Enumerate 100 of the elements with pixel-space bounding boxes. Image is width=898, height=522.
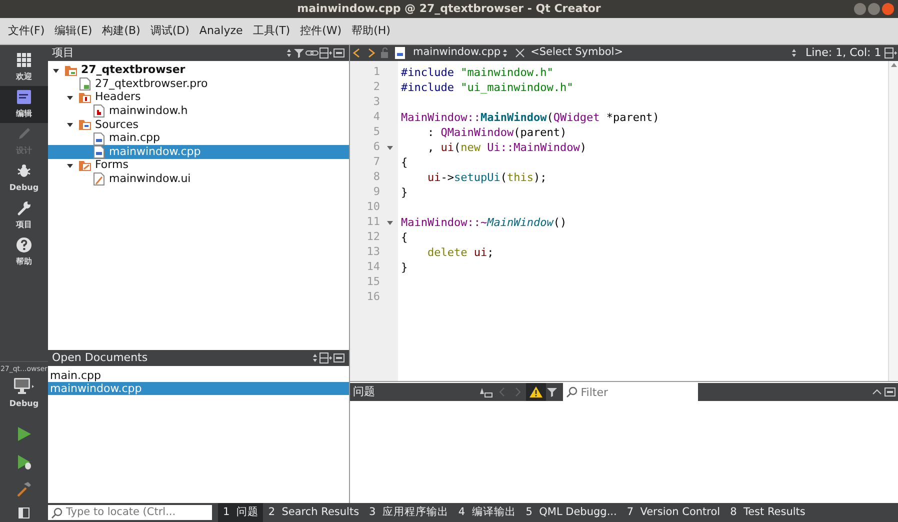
close-pane-icon[interactable]: [884, 386, 898, 398]
tree-item[interactable]: Headers: [48, 90, 349, 105]
filter-icon[interactable]: [293, 47, 305, 59]
mode-button[interactable]: 欢迎: [0, 49, 48, 86]
menu-item[interactable]: 工具(T): [248, 22, 296, 40]
folder-icon: [78, 90, 92, 105]
help-icon: [16, 237, 32, 254]
close-pane-icon[interactable]: [333, 352, 345, 364]
source-file-icon: [92, 145, 106, 160]
view-selector-icon[interactable]: [311, 352, 319, 364]
dropdown-arrows-icon: [500, 47, 509, 59]
maximize-button[interactable]: [868, 3, 880, 15]
split-icon[interactable]: [319, 352, 333, 364]
code-line: }: [401, 185, 409, 200]
close-pane-icon[interactable]: [333, 47, 345, 59]
fold-arrow-icon[interactable]: [386, 144, 394, 150]
line-number: 5: [372, 124, 380, 140]
bug-icon: [16, 163, 32, 180]
search-icon: [564, 386, 579, 398]
build-target-button[interactable]: Debug: [9, 374, 39, 412]
pane-title: 问题: [352, 384, 376, 400]
code-line: #include "mainwindow.h": [401, 65, 554, 80]
document-item[interactable]: main.cpp: [48, 368, 349, 382]
line-number: 11: [366, 214, 380, 230]
pane-title: 项目: [52, 44, 75, 61]
line-number: 6: [372, 139, 380, 156]
mode-button[interactable]: 帮助: [0, 234, 48, 271]
locate-field[interactable]: Type to locate (Ctrl...: [48, 505, 212, 520]
grid-icon: [16, 52, 32, 68]
fold-arrow-icon[interactable]: [386, 220, 394, 226]
line-number: 2: [372, 79, 380, 96]
output-tab[interactable]: 1 问题: [218, 503, 264, 522]
menu-item[interactable]: 帮助(H): [346, 22, 396, 40]
output-tab[interactable]: 4 编译输出: [453, 503, 521, 522]
line-number: 14: [366, 259, 380, 276]
project-folder-icon: [64, 64, 78, 78]
line-number: 15: [366, 274, 380, 290]
tree-item[interactable]: mainwindow.cpp: [48, 145, 349, 159]
folder-icon: [78, 118, 92, 132]
document-icon: [16, 89, 32, 106]
code-line: ui->setupUi(this);: [426, 170, 548, 185]
tree-item[interactable]: Forms: [48, 158, 349, 172]
line-number: 10: [366, 199, 380, 216]
source-file-icon: [92, 132, 106, 146]
output-tab[interactable]: 5 QML Debugg...: [520, 503, 622, 522]
mode-button[interactable]: Debug: [0, 160, 48, 197]
filter-icon[interactable]: [546, 386, 560, 398]
output-tab[interactable]: 2 Search Results: [263, 503, 364, 522]
split-icon[interactable]: [884, 47, 898, 59]
document-item[interactable]: mainwindow.cpp: [48, 382, 349, 395]
menu-item[interactable]: Analyze: [194, 22, 248, 40]
cursor-position: Line: 1, Col: 1: [804, 44, 882, 61]
tree-item[interactable]: main.cpp: [48, 132, 349, 146]
symbol-selector[interactable]: <Select Symbol>: [526, 45, 803, 61]
menu-item[interactable]: 构建(B): [97, 22, 146, 40]
close-icon[interactable]: [514, 47, 526, 59]
output-tab[interactable]: 8 Test Results: [725, 503, 810, 522]
file-selector[interactable]: mainwindow.cpp: [408, 45, 514, 61]
menu-item[interactable]: 控件(W): [295, 22, 347, 40]
minimize-button[interactable]: [854, 3, 866, 15]
project-file-icon: [78, 77, 92, 92]
header-file-icon: [92, 104, 106, 118]
filter-field[interactable]: Filter: [562, 383, 698, 401]
line-number: 3: [372, 94, 380, 110]
mode-button[interactable]: 编辑: [0, 86, 48, 123]
output-tab[interactable]: 3 应用程序输出: [364, 503, 454, 522]
tree-item[interactable]: Sources: [48, 118, 349, 132]
monitor-icon: [13, 376, 35, 395]
pane-title: Open Documents: [52, 350, 149, 366]
close-button[interactable]: [882, 3, 894, 15]
tree-item[interactable]: 27_qtextbrowser: [48, 64, 349, 78]
tree-item[interactable]: 27_qtextbrowser.pro: [48, 77, 349, 91]
line-number: 8: [372, 169, 380, 186]
code-line: #include "ui_mainwindow.h": [401, 80, 574, 95]
menu-item[interactable]: 文件(F): [2, 22, 50, 40]
code-line: delete ui;: [426, 245, 495, 260]
code-line: MainWindow::~MainWindow(): [401, 215, 568, 230]
menu-item[interactable]: 调试(D): [145, 22, 194, 40]
warning-icon: [529, 386, 543, 398]
sidebar-toggle-icon[interactable]: [18, 506, 30, 518]
mode-button[interactable]: 项目: [0, 197, 48, 234]
view-selector-icon[interactable]: [285, 47, 293, 59]
line-number: 13: [366, 244, 380, 260]
line-number: 12: [366, 229, 380, 246]
code-line: MainWindow::MainWindow(QWidget *parent): [401, 110, 660, 125]
clean-icon[interactable]: [478, 386, 494, 398]
dropdown-arrows-icon: [790, 47, 798, 59]
folder-icon: [78, 158, 92, 173]
tree-item[interactable]: mainwindow.h: [48, 104, 349, 118]
code-line: {: [401, 155, 409, 170]
output-tab[interactable]: 7 Version Control: [622, 503, 726, 522]
line-number: 16: [366, 289, 380, 306]
line-number: 9: [372, 184, 380, 200]
menu-item[interactable]: 编辑(E): [50, 22, 98, 40]
warning-toggle[interactable]: [526, 383, 546, 401]
tree-item[interactable]: mainwindow.ui: [48, 172, 349, 186]
code-line: , ui(new Ui::MainWindow): [426, 140, 588, 155]
line-number: 1: [372, 64, 380, 80]
split-icon[interactable]: [319, 47, 333, 59]
search-icon: [50, 507, 64, 519]
